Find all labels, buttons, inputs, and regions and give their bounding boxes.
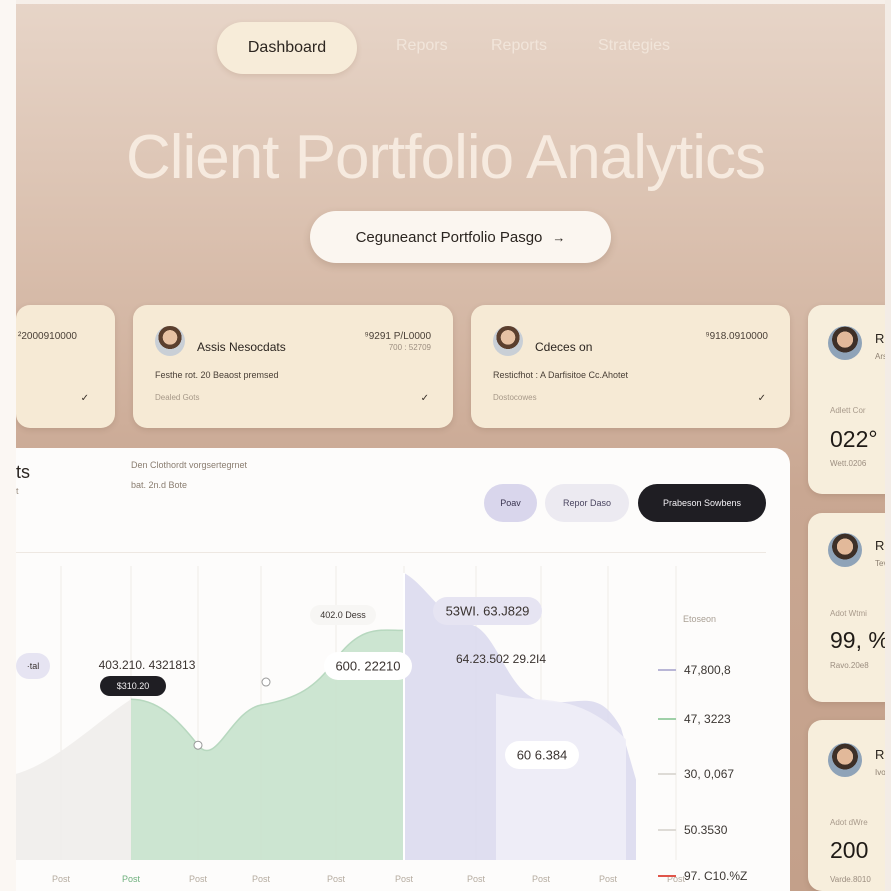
x-tick-label: Post (599, 874, 618, 884)
x-tick-label: Post (532, 874, 551, 884)
stat-card[interactable]: Ri Ivo Adot dWre 200 Varde.8010 (808, 720, 891, 891)
stat-value: 022° (830, 426, 878, 452)
screen-edge-top (0, 0, 891, 4)
client-card[interactable]: Assis Nesocdats ⁹9291 P/L0000 700 : 5270… (133, 305, 453, 428)
legend-label: 97. C10.%Z (684, 869, 747, 883)
annotation-label: 403.210. 4321813 (99, 658, 196, 672)
x-tick-label: Post (52, 874, 71, 884)
arrow-right-icon: → (552, 229, 566, 245)
portfolio-cta-button[interactable]: Ceguneanct Portfolio Pasgo → (310, 211, 611, 263)
legend-label: 30, 0,067 (684, 767, 734, 781)
client-avatar (493, 326, 523, 356)
client-meta: Dealed Gots (155, 393, 200, 402)
stat-footnote: Varde.8010 (830, 875, 871, 884)
portfolio-area-chart: Post Post Post Post Post Post Post Post Post Post… (16, 566, 747, 884)
screen-edge-left (0, 0, 16, 891)
check-icon: ✓ (757, 393, 766, 404)
page-title: Client Portfolio Analytics (125, 123, 766, 192)
data-point (261, 677, 271, 687)
legend-label: 47, 3223 (684, 712, 731, 726)
x-tick-label: Post (467, 874, 486, 884)
screen-edge-right (885, 0, 891, 891)
stat-value: 99, % (830, 627, 889, 653)
stat-card[interactable]: Ri Ars Adlett Cor 022° Wett.0206 (808, 305, 891, 494)
data-point (193, 740, 203, 750)
annotation-label: 402.0 Dess (320, 610, 366, 620)
client-card[interactable]: Cdeces on ⁹918.0910000 Resticfhot : A Da… (471, 305, 790, 428)
x-tick-label: Post (327, 874, 346, 884)
nav-link-reports[interactable]: Reports (491, 37, 547, 55)
legend-label: 50.3530 (684, 823, 728, 837)
stat-label: Adot Wtmi (830, 609, 867, 618)
client-name: Cdeces on (535, 340, 593, 354)
nav-tab-dashboard[interactable]: Dashboard (217, 22, 357, 74)
annotation-label: 60 6.384 (517, 747, 568, 762)
client-subamount: 700 : 52709 (388, 343, 431, 352)
x-tick-label: Post (189, 874, 208, 884)
check-icon: ✓ (80, 393, 89, 404)
check-icon: ✓ (420, 393, 429, 404)
nav-link-repors[interactable]: Repors (396, 37, 448, 55)
legend-title: Etoseon (683, 614, 716, 624)
client-description: Festhe rot. 20 Beaost premsed (155, 370, 279, 380)
annotation-label: 64.23.502 29.2I4 (456, 652, 546, 666)
client-card[interactable]: ²2000910000 ✓ (16, 305, 115, 428)
nav-link-strategies[interactable]: Strategies (598, 37, 670, 55)
annotation-label: 600. 22210 (335, 658, 400, 673)
stat-footnote: Wett.0206 (830, 459, 867, 468)
stat-label: Adlett Cor (830, 406, 866, 415)
client-meta: Dostocowes (493, 393, 537, 402)
client-name: Assis Nesocdats (197, 340, 286, 354)
advisor-avatar (828, 326, 862, 360)
stat-footnote: Ravo.20e8 (830, 661, 869, 670)
advisor-avatar (828, 533, 862, 567)
annotation-label: 53WI. 63.J829 (446, 603, 530, 618)
client-amount: ⁹918.0910000 (705, 331, 768, 342)
x-tick-label: Post (395, 874, 414, 884)
annotation-label: $310.20 (117, 681, 150, 691)
client-description: Resticfhot : A Darfisitoe Cc.Ahotet (493, 370, 629, 380)
advisor-avatar (828, 743, 862, 777)
series-area-grey (16, 699, 131, 860)
x-tick-label: Post (252, 874, 271, 884)
client-amount: ⁹9291 P/L0000 (364, 331, 431, 342)
x-tick-label: Post (122, 874, 141, 884)
annotation-label: ·tal (27, 661, 40, 671)
stat-card[interactable]: Re Tev Adot Wtmi 99, % Ravo.20e8 (808, 513, 891, 702)
client-avatar (155, 326, 185, 356)
cta-label: Ceguneanct Portfolio Pasgo (355, 228, 543, 246)
stat-label: Adot dWre (830, 818, 868, 827)
client-amount: ²2000910000 (18, 331, 77, 342)
stat-value: 200 (830, 837, 869, 863)
legend-label: 47,800,8 (684, 663, 731, 677)
